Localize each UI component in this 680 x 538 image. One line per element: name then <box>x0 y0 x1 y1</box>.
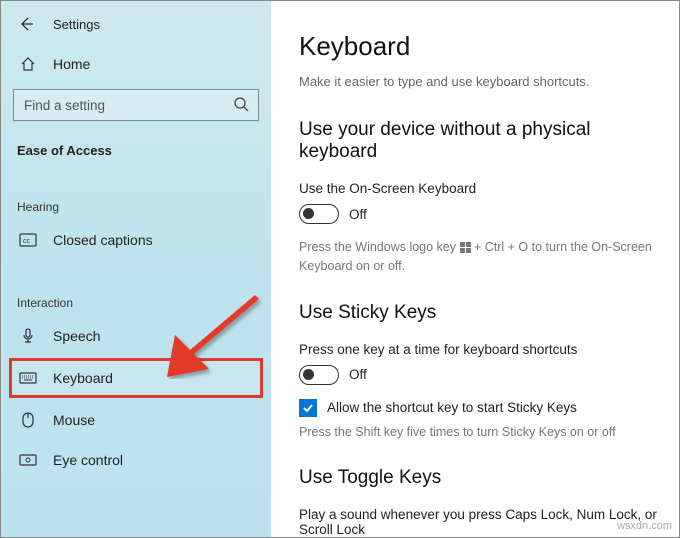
onscreen-keyboard-hint: Press the Windows logo key + Ctrl + O to… <box>299 238 657 276</box>
sidebar-header: Settings <box>1 9 271 47</box>
section-onscreen-keyboard: Use your device without a physical keybo… <box>299 119 657 276</box>
main-content[interactable]: Keyboard Make it easier to type and use … <box>271 1 679 537</box>
checkmark-icon <box>302 402 314 414</box>
sidebar-group-ease: Ease of Access <box>1 135 271 164</box>
sticky-keys-shortcut-checkbox[interactable] <box>299 399 317 417</box>
watermark: wsxdn.com <box>617 520 672 532</box>
arrow-left-icon <box>18 16 34 32</box>
sidebar-item-label: Keyboard <box>53 370 113 386</box>
windows-logo-icon <box>460 242 471 253</box>
sidebar-item-label: Mouse <box>53 412 95 428</box>
section-title: Use Toggle Keys <box>299 467 657 489</box>
page-subtitle: Make it easier to type and use keyboard … <box>299 74 657 89</box>
sidebar-item-mouse[interactable]: Mouse <box>1 400 271 440</box>
section-title: Use Sticky Keys <box>299 302 657 324</box>
section-toggle-keys: Use Toggle Keys Play a sound whenever yo… <box>299 467 657 537</box>
sidebar-item-label: Speech <box>53 328 100 344</box>
section-title: Use your device without a physical keybo… <box>299 119 657 163</box>
eye-control-icon <box>19 451 37 469</box>
mouse-icon <box>19 411 37 429</box>
page-title: Keyboard <box>299 31 657 62</box>
sidebar-item-label: Eye control <box>53 452 123 468</box>
toggle-label: Play a sound whenever you press Caps Loc… <box>299 507 657 537</box>
sidebar-item-closed-captions[interactable]: cc Closed captions <box>1 220 271 260</box>
keyboard-icon <box>19 369 37 387</box>
search-icon <box>233 96 249 112</box>
app-title: Settings <box>53 17 100 32</box>
toggle-knob <box>303 369 314 380</box>
checkbox-label: Allow the shortcut key to start Sticky K… <box>327 400 577 415</box>
sidebar-home-label: Home <box>53 56 90 72</box>
sidebar-category-interaction: Interaction <box>1 282 271 316</box>
onscreen-keyboard-toggle[interactable] <box>299 204 339 224</box>
sticky-keys-toggle[interactable] <box>299 365 339 385</box>
settings-window: Settings Home Ease of Access Hearing cc … <box>0 0 680 538</box>
search-wrap <box>13 89 259 121</box>
toggle-state: Off <box>349 367 367 382</box>
toggle-label: Use the On-Screen Keyboard <box>299 181 657 196</box>
svg-text:cc: cc <box>23 238 31 245</box>
home-icon <box>19 55 37 73</box>
toggle-label: Press one key at a time for keyboard sho… <box>299 342 657 357</box>
microphone-icon <box>19 327 37 345</box>
sidebar: Settings Home Ease of Access Hearing cc … <box>1 1 271 537</box>
toggle-row: Off <box>299 365 657 385</box>
closed-captions-icon: cc <box>19 231 37 249</box>
hint-text-a: Press the Windows logo key <box>299 240 460 254</box>
toggle-row: Off <box>299 204 657 224</box>
checkbox-row: Allow the shortcut key to start Sticky K… <box>299 399 657 417</box>
sidebar-home[interactable]: Home <box>1 47 271 83</box>
sidebar-item-eye-control[interactable]: Eye control <box>1 440 271 480</box>
search-input[interactable] <box>13 89 259 121</box>
toggle-state: Off <box>349 207 367 222</box>
section-sticky-keys: Use Sticky Keys Press one key at a time … <box>299 302 657 442</box>
sidebar-category-hearing: Hearing <box>1 186 271 220</box>
sidebar-item-label: Closed captions <box>53 232 153 248</box>
back-button[interactable] <box>17 15 35 33</box>
toggle-knob <box>303 208 314 219</box>
sidebar-item-keyboard[interactable]: Keyboard <box>9 358 263 398</box>
sidebar-item-speech[interactable]: Speech <box>1 316 271 356</box>
sticky-keys-hint: Press the Shift key five times to turn S… <box>299 423 657 442</box>
